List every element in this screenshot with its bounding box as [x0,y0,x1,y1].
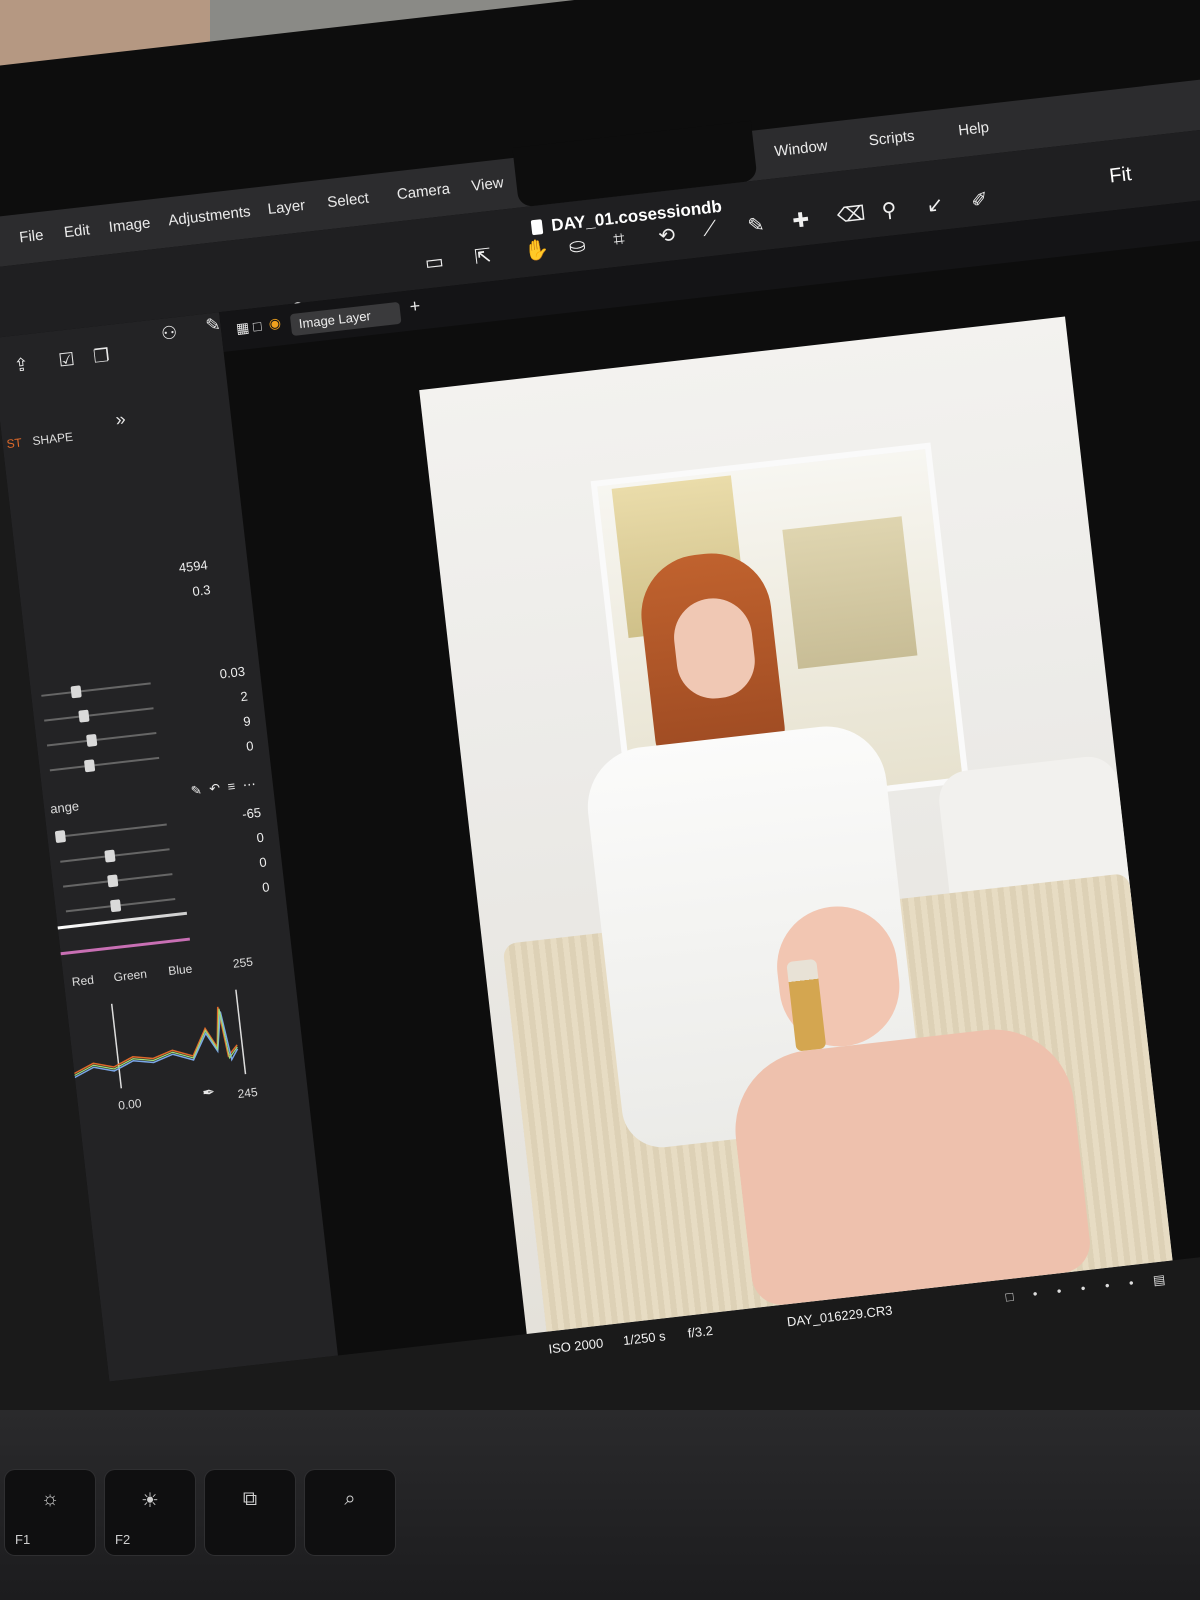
levels-min-value[interactable]: 0.00 [117,1096,142,1113]
grid-view-icon[interactable]: ▦ □ [235,318,262,338]
key-f3[interactable]: ⧉ [205,1470,295,1555]
hdr-value-1[interactable]: -65 [241,805,261,822]
photo-window-pane [782,516,918,669]
add-layer-icon[interactable]: + [409,295,422,317]
menu-edit[interactable]: Edit [63,221,91,241]
keystone-tool-icon[interactable]: ⟋ [702,217,719,241]
eyedropper-icon[interactable]: ✒ [201,1083,215,1102]
hdr-value-2[interactable]: 0 [256,830,265,846]
exposure-value-1[interactable]: 0.03 [219,664,246,682]
picker-tool-icon[interactable]: ⚲ [880,197,898,223]
arrow-tool-icon[interactable]: ↙ [925,192,944,219]
menu-file[interactable]: File [18,227,44,247]
image-preview[interactable] [419,316,1173,1334]
rotate-tool-icon[interactable]: ⟲ [657,222,676,249]
battery-icon: ▭ [423,250,445,275]
eye-icon[interactable]: ◉ [268,314,282,332]
people-icon[interactable]: ⚇ [160,322,178,345]
hdr-value-4[interactable]: 0 [261,879,270,895]
photo-legs [726,1021,1094,1308]
kelvin-value[interactable]: 4594 [178,557,208,575]
hdr-value-3[interactable]: 0 [259,854,268,870]
exposure-value-2[interactable]: 2 [240,689,249,705]
channel-blue[interactable]: Blue [168,962,193,979]
stack-icon[interactable]: ❐ [92,345,110,368]
pen-tool-icon[interactable]: ✐ [970,187,989,214]
zoom-fit-label[interactable]: Fit [1108,163,1133,188]
key-f1[interactable]: ☼ F1 [5,1470,95,1555]
brightness-up-icon: ☀ [141,1490,159,1512]
hdr-title: ange [49,798,80,817]
levels-right-value[interactable]: 245 [237,1085,258,1101]
mission-control-icon: ⧉ [242,1488,258,1510]
channel-red[interactable]: Red [71,973,94,989]
tint-value[interactable]: 0.3 [192,582,212,599]
tab-partial-label[interactable]: ST [6,435,23,451]
eraser-tool-icon[interactable]: ⌫ [836,201,867,229]
exposure-value-4[interactable]: 0 [245,738,254,754]
document-icon [530,219,544,236]
checklist-icon[interactable]: ☑ [57,349,75,372]
exif-aperture: f/3.2 [686,1322,714,1341]
exposure-value-3[interactable]: 9 [243,713,252,729]
export-icon[interactable]: ⇪ [13,354,30,377]
select-arrow-tool-icon[interactable]: ⇱ [473,243,492,270]
levels-max[interactable]: 255 [232,955,253,971]
laptop-screen: File Edit Image Adjustments Layer Select… [0,0,1200,1382]
heal-tool-icon[interactable]: ✚ [791,207,810,234]
brush-tool-icon[interactable]: ✎ [746,212,766,239]
exif-shutter: 1/250 s [622,1328,667,1349]
search-icon: ⌕ [344,1488,356,1510]
stamp-tool-icon[interactable]: ⛀ [568,232,587,259]
menu-help[interactable]: Help [957,119,990,139]
exif-filename: DAY_016229.CR3 [786,1302,894,1330]
key-f2[interactable]: ☀ F2 [105,1470,195,1555]
pan-hand-tool-icon[interactable]: ✋ [523,237,551,265]
key-f4[interactable]: ⌕ [305,1470,395,1555]
exif-iso: ISO 2000 [547,1335,605,1357]
menu-view[interactable]: View [470,174,504,195]
brightness-down-icon: ☼ [40,1488,60,1510]
